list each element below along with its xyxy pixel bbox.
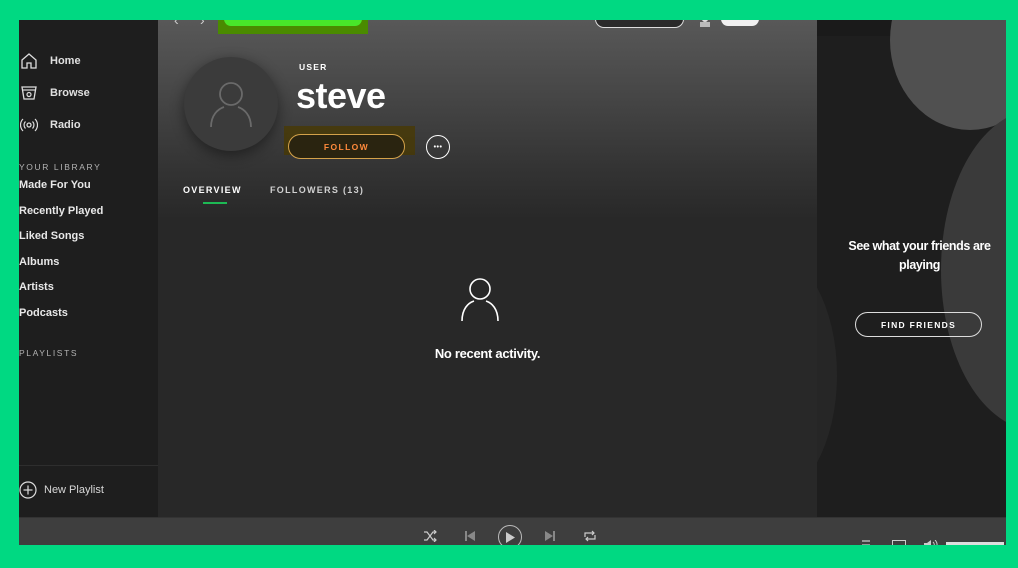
sidebar-item-label: Radio <box>50 119 81 131</box>
tab-overview[interactable]: OVERVIEW <box>183 185 242 195</box>
user-menu-button[interactable] <box>721 20 759 26</box>
library-item-made-for-you[interactable]: Made For You <box>19 179 91 191</box>
devices-button[interactable] <box>892 538 906 545</box>
more-options-button[interactable]: ••• <box>426 135 450 159</box>
sidebar-item-home[interactable]: Home <box>19 50 81 72</box>
playlists-heading: PLAYLISTS <box>19 348 79 358</box>
upgrade-button[interactable] <box>595 20 684 28</box>
follow-button[interactable]: FOLLOW <box>288 134 405 159</box>
radio-icon <box>19 116 39 134</box>
top-bar: ‹ › ⌄ <box>158 20 817 44</box>
sidebar-item-label: Home <box>50 55 81 67</box>
library-item-albums[interactable]: Albums <box>19 256 59 268</box>
chevron-down-icon[interactable]: ⌄ <box>780 20 788 21</box>
library-item-liked-songs[interactable]: Liked Songs <box>19 230 84 242</box>
repeat-button[interactable] <box>583 529 597 543</box>
home-icon <box>19 52 39 70</box>
play-button[interactable] <box>498 525 522 545</box>
sidebar-item-label: Browse <box>50 87 90 99</box>
back-button[interactable]: ‹ <box>174 20 179 28</box>
volume-icon <box>924 540 938 545</box>
profile-name: steve <box>296 75 386 116</box>
friend-activity-panel: See what your friends are playing FIND F… <box>817 20 1006 517</box>
volume-slider[interactable] <box>946 542 1004 545</box>
previous-button[interactable] <box>463 529 477 543</box>
tab-followers[interactable]: FOLLOWERS (13) <box>270 185 364 195</box>
empty-state-message: No recent activity. <box>434 346 541 361</box>
find-friends-button[interactable]: FIND FRIENDS <box>855 312 982 337</box>
main-content: ‹ › ⌄ USER steve FOLLOW ••• OVERVIEW FOL… <box>158 20 817 517</box>
player-bar <box>19 517 1006 545</box>
spotify-window: Home Browse Radio YOUR LIBRARY Made For … <box>19 20 1006 545</box>
decorative-circle <box>890 20 1006 130</box>
shuffle-button[interactable] <box>423 529 437 543</box>
new-playlist-label: New Playlist <box>44 484 104 496</box>
user-avatar-small[interactable] <box>698 20 712 27</box>
ellipsis-icon: ••• <box>433 143 443 151</box>
friends-panel-message: See what your friends are playing <box>848 239 991 272</box>
user-outline-icon <box>461 278 499 322</box>
play-icon <box>506 531 515 543</box>
next-button[interactable] <box>543 529 557 543</box>
new-playlist-button[interactable]: New Playlist <box>19 481 104 499</box>
queue-button[interactable] <box>862 538 876 545</box>
profile-type-label: USER <box>299 62 328 72</box>
volume-button[interactable] <box>924 538 938 545</box>
active-tab-indicator <box>203 202 227 204</box>
plus-circle-icon <box>19 481 37 499</box>
profile-avatar <box>184 57 278 151</box>
shuffle-icon <box>424 530 437 542</box>
library-item-podcasts[interactable]: Podcasts <box>19 307 68 319</box>
user-silhouette-icon <box>210 82 252 128</box>
skip-forward-icon <box>545 531 555 541</box>
sidebar-divider <box>19 465 158 466</box>
library-item-recently-played[interactable]: Recently Played <box>19 205 103 217</box>
repeat-icon <box>584 530 596 542</box>
forward-button[interactable]: › <box>200 20 205 28</box>
browse-icon <box>19 84 39 102</box>
library-item-artists[interactable]: Artists <box>19 281 54 293</box>
sidebar-item-radio[interactable]: Radio <box>19 114 81 136</box>
your-library-heading: YOUR LIBRARY <box>19 162 102 172</box>
sidebar: Home Browse Radio YOUR LIBRARY Made For … <box>19 20 158 517</box>
devices-icon <box>892 540 906 545</box>
queue-icon <box>862 540 870 545</box>
skip-back-icon <box>465 531 475 541</box>
sidebar-item-browse[interactable]: Browse <box>19 82 90 104</box>
search-input[interactable] <box>224 20 362 26</box>
decorative-circle <box>817 250 837 500</box>
